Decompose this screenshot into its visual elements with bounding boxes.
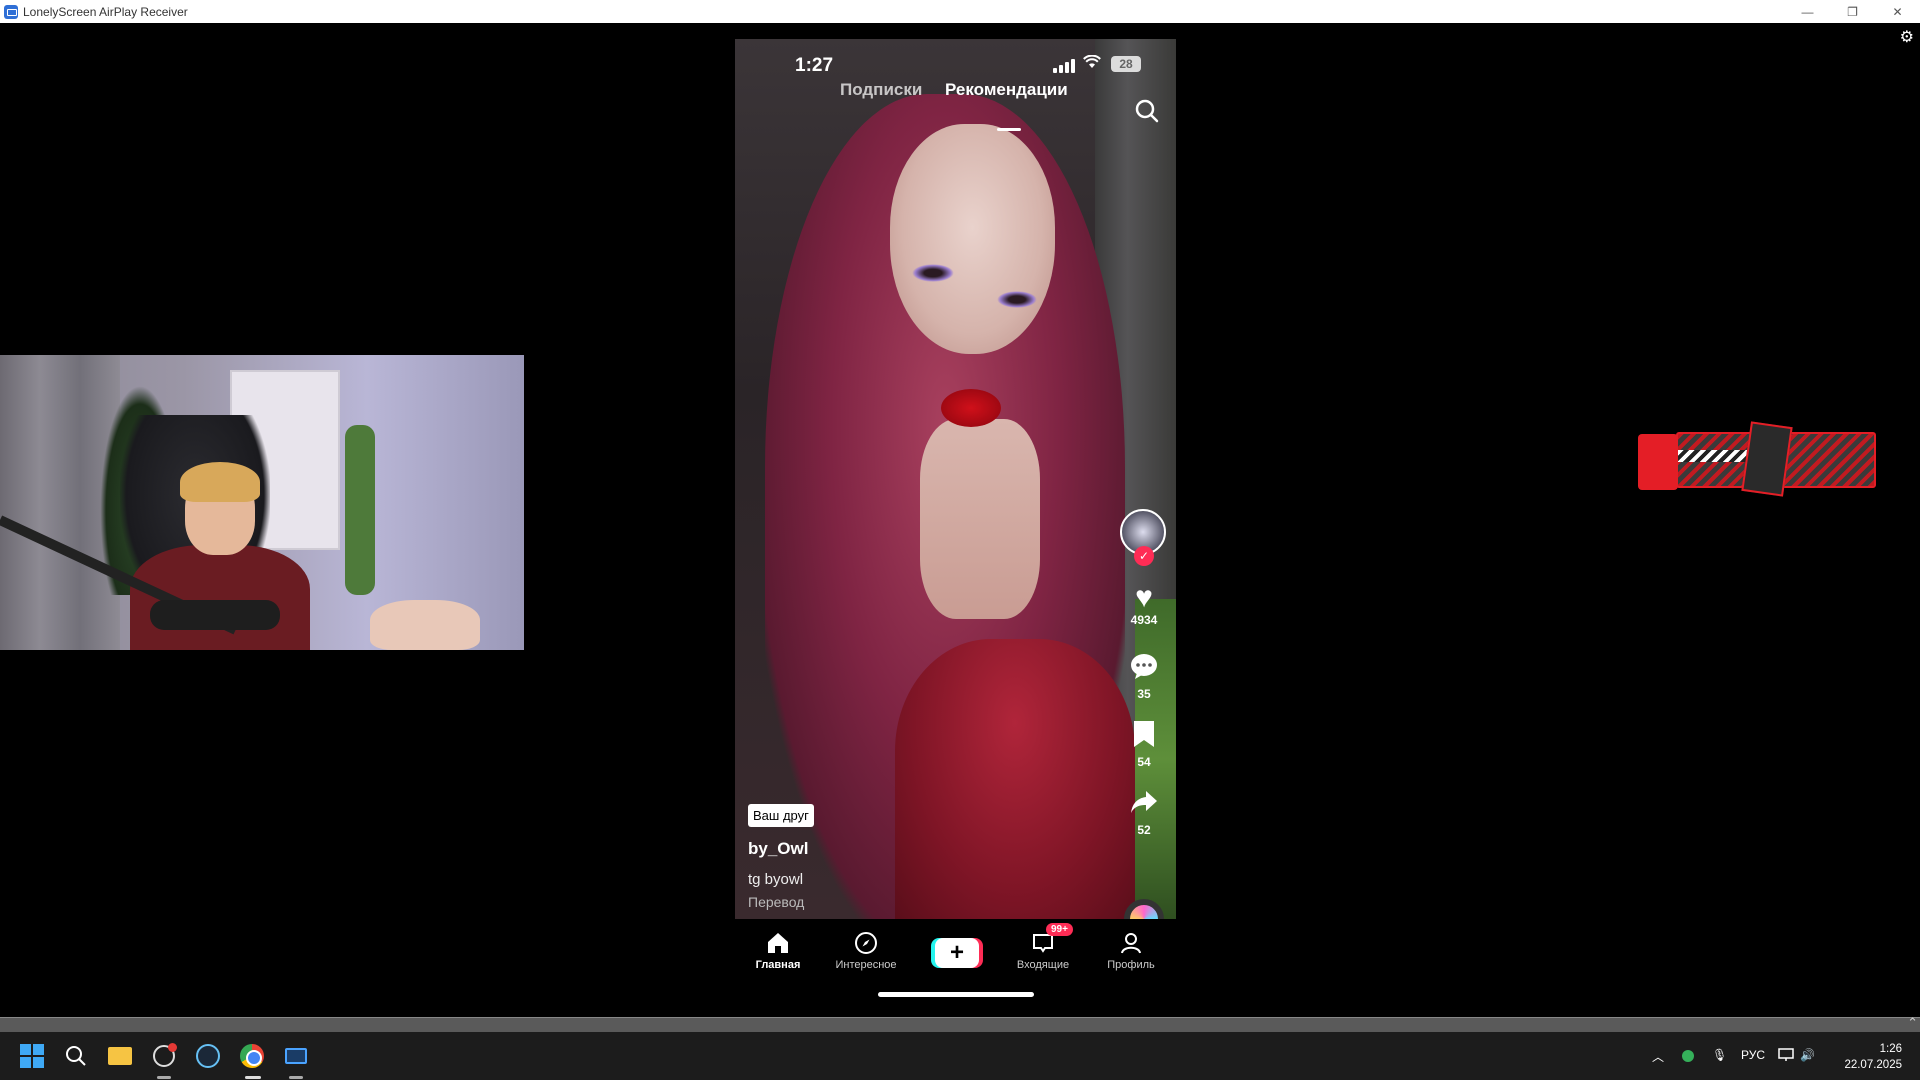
clock-date: 22.07.2025 [1844, 1059, 1902, 1071]
save-count: 54 [1137, 755, 1151, 769]
home-icon [743, 931, 813, 959]
phone-screen: 1:27 28 Подписки Рекомендации ✓ ♥ 4934 3… [735, 39, 1176, 1004]
cell-signal-icon [1053, 59, 1075, 73]
taskbar-running-indicator [289, 1076, 303, 1079]
chevron-up-icon[interactable]: ⌃ [1907, 1015, 1918, 1031]
home-indicator[interactable] [878, 992, 1034, 997]
webcam-feed [0, 355, 524, 650]
wifi-icon [1083, 54, 1101, 74]
chrome-icon[interactable] [238, 1042, 266, 1070]
bookmark-icon [1120, 719, 1168, 757]
save-button[interactable]: 54 [1120, 719, 1168, 769]
share-arrow-icon [1120, 787, 1168, 825]
nav-inbox[interactable]: 99+ Входящие [1008, 923, 1078, 971]
nav-discover-label: Интересное [835, 959, 897, 971]
horizontal-scrollbar[interactable]: ⌃ [0, 1015, 1920, 1032]
follow-plus-icon[interactable]: ✓ [1134, 546, 1154, 566]
tray-overflow-chevron-icon[interactable]: ︿ [1652, 1048, 1664, 1065]
tab-for-you[interactable]: Рекомендации [945, 80, 1068, 100]
bottom-navigation: Главная Интересное + 99+ Входящие Профил… [735, 919, 1176, 984]
person-hair [180, 462, 260, 502]
system-tray: ︿ 🎙 РУС 🔊 1:26 22.07.2025 [1620, 1032, 1920, 1080]
nav-inbox-label: Входящие [1016, 959, 1070, 971]
video-neck [920, 419, 1040, 619]
taskbar-running-indicator [157, 1076, 171, 1079]
settings-gear-icon[interactable]: ⚙ [1900, 27, 1914, 47]
search-icon[interactable] [1133, 97, 1161, 125]
taskbar-active-indicator [245, 1076, 261, 1079]
minimize-button[interactable]: — [1785, 0, 1830, 23]
creator-username[interactable]: by_Owl [748, 839, 814, 859]
lonelyscreen-icon[interactable] [282, 1042, 310, 1070]
nav-profile[interactable]: Профиль [1096, 931, 1166, 971]
stream-overlay-widget [1638, 421, 1878, 497]
friend-badge: Ваш друг [748, 804, 814, 827]
window-titlebar: LonelyScreen AirPlay Receiver — ❐ ✕ [0, 0, 1920, 23]
tray-status-icon[interactable] [1682, 1050, 1694, 1062]
steam-icon[interactable] [194, 1042, 222, 1070]
app-notification-icon[interactable] [150, 1042, 178, 1070]
overlay-red-block [1638, 434, 1678, 490]
windows-taskbar: ︿ 🎙 РУС 🔊 1:26 22.07.2025 [0, 1032, 1920, 1080]
language-indicator[interactable]: РУС [1741, 1048, 1765, 1062]
battery-indicator: 28 [1111, 56, 1141, 72]
comment-count: 35 [1137, 687, 1151, 701]
comment-button[interactable]: 35 [1120, 651, 1168, 701]
video-lips [941, 389, 1001, 427]
nav-home[interactable]: Главная [743, 931, 813, 971]
translate-link[interactable]: Перевод [748, 894, 814, 910]
video-face [890, 124, 1055, 354]
window-title: LonelyScreen AirPlay Receiver [23, 4, 188, 19]
video-dress [895, 639, 1135, 919]
webcam-cactus [345, 425, 375, 595]
tab-following[interactable]: Подписки [840, 80, 922, 100]
compass-icon [831, 931, 901, 959]
webcam-leg [370, 600, 480, 650]
video-eye-left [912, 264, 954, 282]
video-caption: Ваш друг by_Owl tg byowl Перевод [748, 804, 814, 910]
file-explorer-icon[interactable] [106, 1042, 134, 1070]
active-tab-indicator [997, 128, 1021, 131]
clock-time: 1:26 [1879, 1043, 1902, 1055]
start-icon[interactable] [18, 1042, 46, 1070]
close-button[interactable]: ✕ [1875, 0, 1920, 23]
create-button[interactable]: + [935, 938, 979, 968]
search-icon[interactable] [62, 1042, 90, 1070]
comment-icon [1120, 651, 1168, 689]
microphone-icon[interactable]: 🎙 [1712, 1048, 1727, 1062]
inbox-badge: 99+ [1046, 923, 1073, 936]
share-button[interactable]: 52 [1120, 787, 1168, 837]
video-description: tg byowl [748, 871, 804, 888]
webcam-microphone [150, 600, 280, 630]
like-count: 4934 [1130, 613, 1158, 627]
nav-discover[interactable]: Интересное [831, 931, 901, 971]
heart-icon: ♥ [1135, 581, 1153, 614]
taskbar-clock[interactable]: 1:26 22.07.2025 [1844, 1041, 1902, 1073]
nav-home-label: Главная [755, 959, 801, 971]
profile-icon [1096, 931, 1166, 959]
restore-button[interactable]: ❐ [1830, 0, 1875, 23]
network-icon[interactable] [1778, 1048, 1794, 1065]
nav-profile-label: Профиль [1107, 959, 1155, 971]
phone-time: 1:27 [795, 55, 834, 76]
video-player[interactable] [735, 39, 1176, 919]
window-controls: — ❐ ✕ [1785, 0, 1920, 23]
app-icon [4, 4, 18, 19]
volume-icon[interactable]: 🔊 [1800, 1048, 1815, 1062]
like-button[interactable]: ♥ 4934 [1120, 581, 1168, 627]
share-count: 52 [1137, 823, 1151, 837]
video-eye-right [997, 291, 1037, 308]
